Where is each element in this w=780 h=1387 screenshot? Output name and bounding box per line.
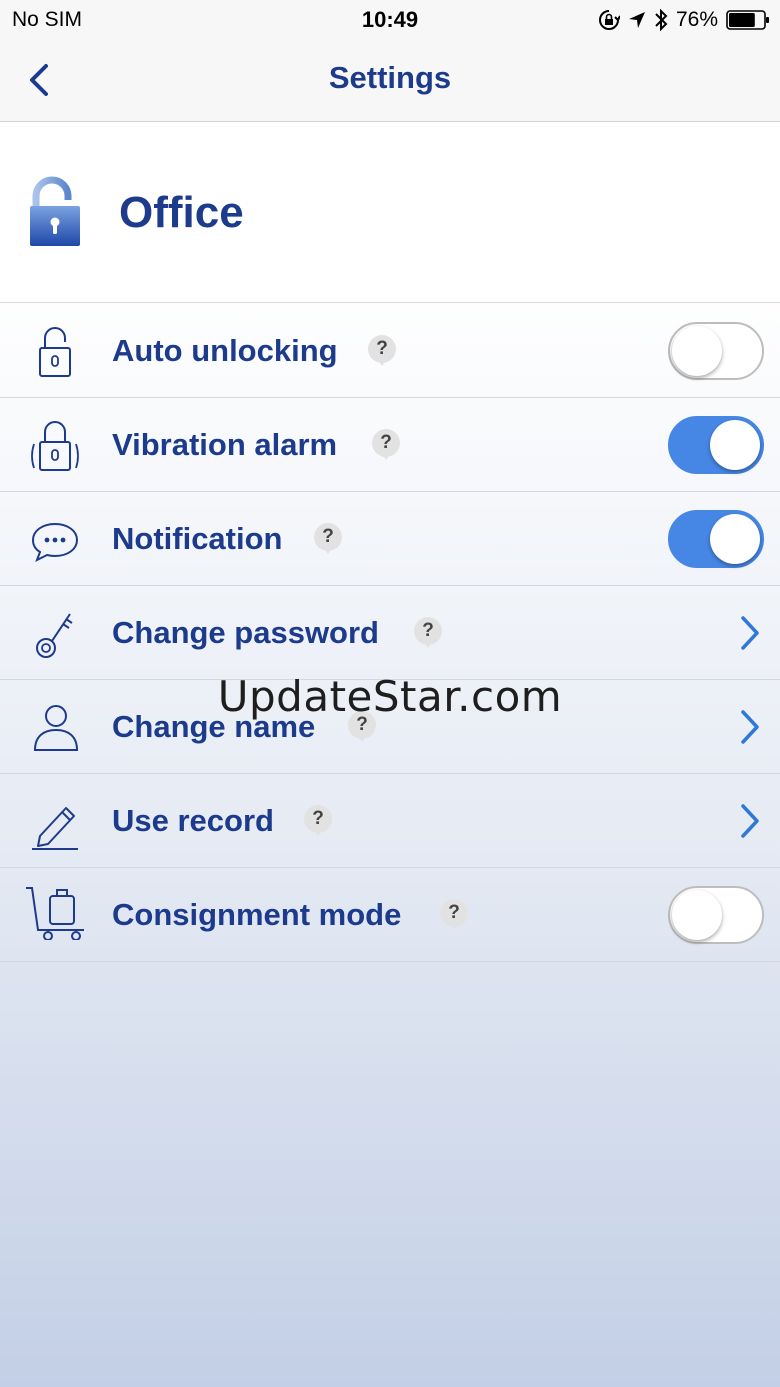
setting-label: Change password <box>112 615 379 650</box>
chevron-right-icon[interactable] <box>738 802 762 840</box>
notification-toggle[interactable] <box>668 510 764 568</box>
padlock-icon <box>30 176 80 246</box>
chat-bubble-icon <box>31 522 79 563</box>
bluetooth-icon <box>655 8 668 32</box>
setting-label: Vibration alarm <box>112 427 338 462</box>
setting-label: Auto unlocking <box>112 333 338 368</box>
battery-percent: 76% <box>675 8 718 31</box>
device-header: Office <box>0 122 780 303</box>
help-button[interactable]: ? <box>440 899 470 933</box>
vibrating-lock-icon <box>31 421 79 471</box>
navigation-bar: Settings <box>0 40 780 122</box>
help-button[interactable]: ? <box>304 805 334 839</box>
status-icons: 76% <box>598 6 770 34</box>
help-button[interactable]: ? <box>414 617 444 651</box>
luggage-cart-icon <box>26 887 84 940</box>
help-button[interactable]: ? <box>368 335 398 369</box>
setting-label: Use record <box>112 803 274 838</box>
auto-unlocking-toggle[interactable] <box>668 322 764 380</box>
unlock-icon <box>39 327 71 377</box>
setting-row-auto-unlocking: Auto unlocking ? <box>0 304 780 398</box>
vibration-alarm-toggle[interactable] <box>668 416 764 474</box>
page-title: Settings <box>328 60 452 95</box>
setting-row-consignment-mode: Consignment mode ? <box>0 868 780 962</box>
chevron-right-icon[interactable] <box>738 614 762 652</box>
pencil-icon <box>32 807 78 850</box>
watermark: UpdateStar.com <box>217 672 563 721</box>
battery-icon <box>726 10 769 30</box>
setting-row-change-password[interactable]: Change password ? <box>0 586 780 680</box>
key-icon <box>36 613 73 658</box>
device-name: Office <box>119 188 244 237</box>
location-arrow-icon <box>628 12 645 28</box>
consignment-mode-toggle[interactable] <box>668 886 764 944</box>
orientation-lock-icon <box>599 10 620 30</box>
help-button[interactable]: ? <box>372 429 402 463</box>
setting-row-notification: Notification ? <box>0 492 780 586</box>
status-bar: No SIM 10:49 76% <box>0 0 780 40</box>
setting-row-use-record[interactable]: Use record ? <box>0 774 780 868</box>
help-button[interactable]: ? <box>314 523 344 557</box>
setting-row-vibration-alarm: Vibration alarm ? <box>0 398 780 492</box>
setting-label: Consignment mode <box>112 897 402 932</box>
setting-label: Notification <box>112 521 283 556</box>
